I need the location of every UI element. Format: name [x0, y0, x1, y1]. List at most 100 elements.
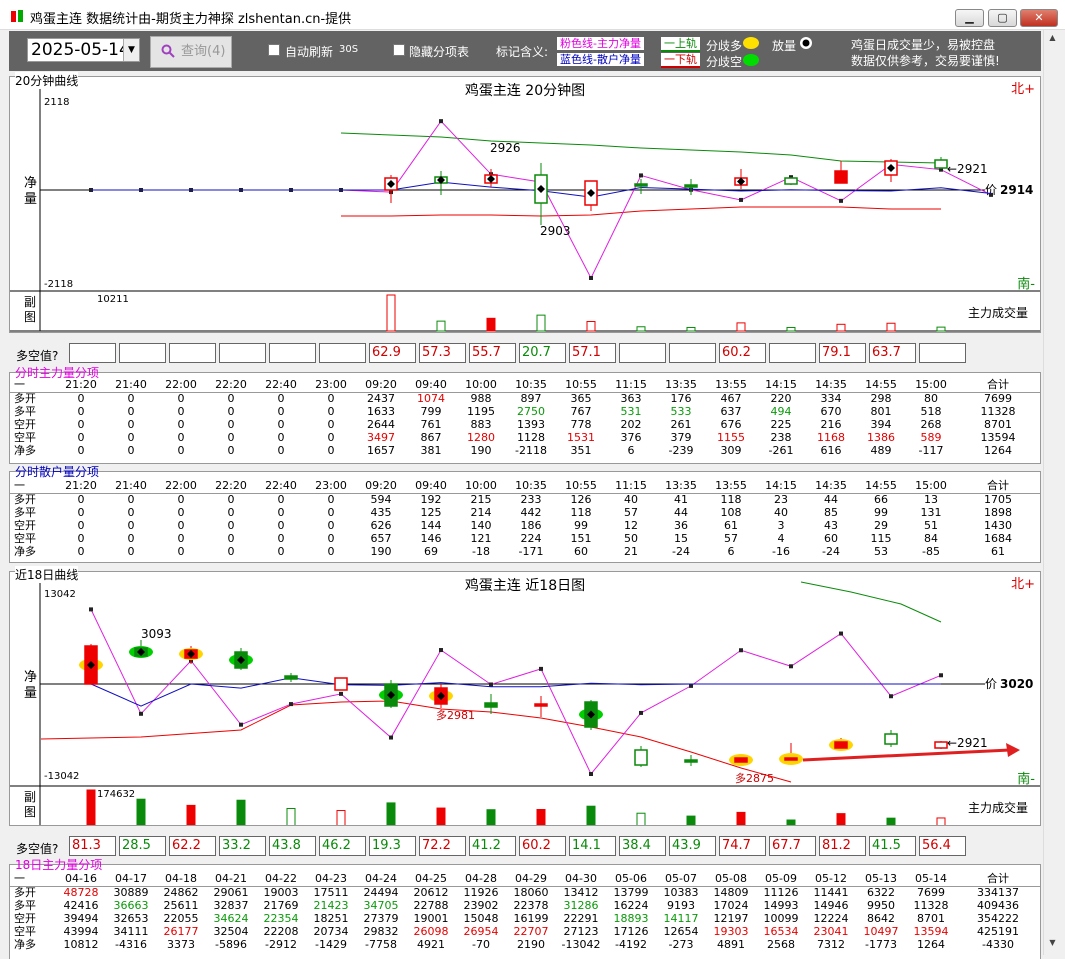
minimize-button[interactable]: ▁	[955, 9, 984, 27]
table-cell: 1168	[817, 430, 845, 444]
dk-value-cell: 41.2	[469, 836, 516, 856]
dk-value-cell	[919, 343, 966, 363]
table-cell: -4316	[115, 937, 147, 951]
table-cell: -24	[672, 544, 690, 558]
table-header-cell: 22:40	[256, 480, 306, 494]
table-cell: 0	[327, 391, 335, 405]
table-cell: 22055	[163, 911, 199, 925]
main20-label: 分时主力量分项	[15, 366, 100, 380]
close-button[interactable]: ✕	[1020, 9, 1058, 27]
table-header-cell: 04-17	[106, 873, 156, 887]
volume-bar	[936, 817, 946, 827]
table-cell: 0	[127, 544, 135, 558]
table-cell: 22354	[263, 911, 299, 925]
table-cell: 626	[370, 518, 392, 532]
candle-body	[834, 170, 848, 184]
table-header-cell: 11:15	[606, 379, 656, 393]
volume-max-label: 174632	[97, 789, 135, 800]
maximize-button[interactable]: ▢	[988, 9, 1017, 27]
table-cell: -171	[518, 544, 544, 558]
legend-pink-line: 粉色线-主力净量	[557, 37, 644, 50]
table-cell: 0	[327, 531, 335, 545]
dk-18day-row: 81.3 28.5 62.2 33.2 43.8 46.2 19.3 72.2 41.2 60.2…	[9, 836, 1041, 858]
row-label: 空平	[14, 430, 36, 444]
row-label: 空开	[14, 911, 36, 925]
table-cell: 489	[870, 443, 892, 457]
dropdown-arrow-icon[interactable]: ▼	[123, 39, 139, 61]
row-label: 多平	[14, 505, 36, 519]
scroll-up-icon[interactable]: ▲	[1046, 33, 1059, 47]
table-row: 多平 42416 36663 25611 32837 21769 21423 34705 227…	[10, 899, 1040, 912]
volume-bar	[536, 809, 546, 827]
table-cell: 10497	[863, 924, 899, 938]
table-cell: 20612	[413, 885, 449, 899]
table-cell: 0	[227, 443, 235, 457]
table-header-cell: 13:55	[706, 480, 756, 494]
table-cell: 657	[370, 531, 392, 545]
table-cell: 261	[670, 417, 692, 431]
table-row: 空平 43994 34111 26177 32504 22208 20734 29832 260…	[10, 925, 1040, 938]
table-cell: 16224	[613, 898, 649, 912]
volume-series-label: 主力成交量	[968, 800, 1028, 815]
hide-items-checkbox[interactable]	[393, 44, 405, 56]
hide-items-label: 隐藏分项表	[409, 45, 470, 59]
table-header-cell: 09:40	[406, 480, 456, 494]
main-net-point	[739, 197, 743, 202]
table-cell: 0	[177, 544, 185, 558]
table-cell: 0	[77, 518, 85, 532]
main-net-point	[289, 702, 293, 707]
main-net-point	[339, 691, 343, 696]
table-cell: 69	[424, 544, 438, 558]
table-cell: 10099	[763, 911, 799, 925]
auto-refresh-checkbox[interactable]	[268, 44, 280, 56]
sub-label-bottom: 图	[24, 805, 36, 819]
table-cell: 34705	[363, 898, 399, 912]
table-cell: 57	[724, 531, 738, 545]
table-cell: 2190	[517, 937, 545, 951]
volume-bar	[636, 326, 646, 332]
chart-title: 鸡蛋主连 20分钟图	[465, 82, 585, 99]
date-picker[interactable]: 2025-05-14 ▼	[27, 38, 140, 62]
legend-lower-rail: 一下轨	[661, 53, 700, 68]
table-cell: 2644	[367, 417, 395, 431]
table-cell: 9193	[667, 898, 695, 912]
legend-title: 标记含义:	[496, 45, 549, 59]
table-cell: 1386	[867, 430, 895, 444]
app-icon	[11, 10, 23, 22]
dk-value-cell: 60.2	[719, 343, 766, 363]
main-net-point	[439, 648, 443, 653]
table-cell: 18060	[513, 885, 549, 899]
table-cell: 6	[627, 443, 635, 457]
table-cell: 0	[177, 505, 185, 519]
table-cell: 425191	[977, 924, 1019, 938]
table-row: 净多 0 0 0 0 0 0 190 69 -18 -171 60 21 -24 6 -16 -24 53 -85 6…	[10, 545, 1040, 558]
main-net-line	[90, 609, 942, 775]
table-cell: 0	[227, 492, 235, 506]
y-max-label: 2118	[44, 97, 69, 108]
row-label: 净多	[14, 443, 36, 457]
table-cell: 467	[720, 391, 742, 405]
table-cell: 16534	[763, 924, 799, 938]
table-header-cell: 14:35	[806, 379, 856, 393]
table-cell: 334	[820, 391, 842, 405]
table-cell: 7312	[817, 937, 845, 951]
row-label: 净多	[14, 937, 36, 951]
table-cell: 17024	[713, 898, 749, 912]
table-header-cell: 10:35	[506, 379, 556, 393]
table-cell: 22788	[413, 898, 449, 912]
vertical-scrollbar[interactable]: ▲ ▼	[1043, 30, 1060, 955]
volume-bar	[386, 294, 396, 332]
dk-value-cell: 57.3	[419, 343, 466, 363]
high-label: 3093	[141, 627, 172, 641]
query-button[interactable]: 查询(4)	[150, 36, 232, 68]
scroll-down-icon[interactable]: ▼	[1046, 938, 1059, 952]
axis-label-top: 净	[24, 670, 37, 685]
table-cell: 3373	[167, 937, 195, 951]
table-cell: 0	[127, 391, 135, 405]
table-cell: 494	[770, 404, 792, 418]
table-row: 空开 0 0 0 0 0 0 2644 761 883 1393 778 202 261 676 225 216…	[10, 418, 1040, 431]
volume-series-label: 主力成交量	[968, 305, 1028, 320]
dk-value-cell: 46.2	[319, 836, 366, 856]
table-cell: 202	[620, 417, 642, 431]
table-header-cell: 05-14	[906, 873, 956, 887]
